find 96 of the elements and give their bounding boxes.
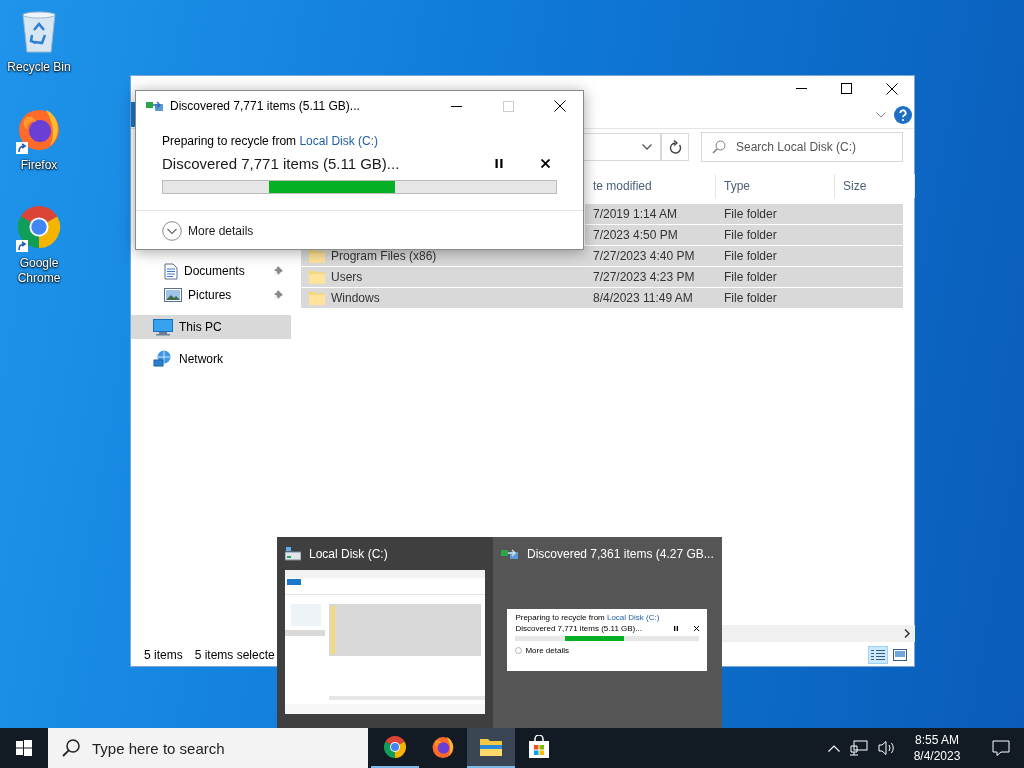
desktop-icon-label: Google Chrome: [16, 256, 62, 286]
thumbnail-title: Discovered 7,361 items (4.27 GB...: [527, 547, 714, 561]
refresh-button[interactable]: [661, 133, 689, 161]
shortcut-arrow-icon: [16, 240, 28, 252]
window-thumbnail[interactable]: Local Disk (C:): [277, 537, 493, 728]
table-cell-text: File folder: [723, 206, 778, 223]
source-link[interactable]: Local Disk (C:): [299, 134, 379, 148]
view-button[interactable]: [868, 646, 888, 664]
search-field[interactable]: Search Local Disk (C:): [701, 132, 903, 162]
nav-item[interactable]: This PC: [131, 315, 291, 339]
dialog-preview[interactable]: Preparing to recycle from Local Disk (C:) Discovered 7,771 items (5.11 GB)... More details: [507, 608, 708, 671]
refresh-icon: [668, 140, 682, 154]
window-thumbnail-drawing[interactable]: [285, 569, 485, 714]
expand-icon: [162, 221, 182, 241]
network-icon: [153, 350, 173, 368]
desktop-icon-label: Firefox: [19, 158, 59, 173]
recycle-progress-icon: [501, 548, 519, 560]
search-input[interactable]: Search Local Disk (C:): [736, 140, 896, 154]
search-icon: [712, 140, 726, 154]
search-input[interactable]: Type here to search: [92, 739, 352, 757]
file-row[interactable]: Windows 8/4/2023 11:49 AM File folder: [301, 288, 903, 309]
nav-item[interactable]: Pictures: [131, 283, 291, 307]
nav-item[interactable]: Documents: [131, 259, 291, 283]
chevron-up-icon[interactable]: [828, 744, 840, 752]
speech-bubble-icon: [992, 740, 1010, 756]
table-cell-text: File folder: [723, 290, 778, 307]
volume-icon[interactable]: [878, 740, 896, 756]
folder-icon: [309, 291, 325, 305]
window-thumbnail[interactable]: Discovered 7,361 items (4.27 GB... Preparing to recycle from Local Disk (C:) Discovered 7,771 items (5.11 GB)... More details: [493, 537, 722, 728]
table-cell-text: 7/2019 1:14 AM: [592, 206, 679, 223]
windows-logo-icon: [16, 740, 32, 756]
search-field[interactable]: Type here to search: [48, 728, 368, 768]
pin-icon[interactable]: [272, 289, 283, 301]
computer-icon: [153, 318, 173, 336]
pause-icon: [495, 158, 503, 168]
chrome-icon[interactable]: [383, 735, 407, 759]
cancel-icon: [540, 158, 550, 168]
status-text: 5 items: [144, 648, 183, 662]
status-text: 5 items selecte: [194, 648, 275, 662]
network-icon[interactable]: [850, 740, 868, 756]
progress-status: Discovered 7,771 items (5.11 GB)...: [162, 154, 401, 172]
thumbnail-title: Local Disk (C:): [309, 547, 388, 561]
file-name: Windows: [331, 291, 380, 305]
table-cell-text: File folder: [723, 248, 778, 265]
close-icon: [554, 100, 566, 112]
folder-icon[interactable]: [479, 737, 503, 757]
help-icon[interactable]: [894, 105, 912, 124]
expand-icon: [515, 646, 523, 654]
folder-icon: [309, 249, 325, 263]
pin-icon[interactable]: [272, 265, 283, 277]
document-icon: [164, 262, 178, 280]
progress-status: Discovered 7,771 items (5.11 GB)...: [515, 623, 643, 633]
large-icons-view-icon: [893, 649, 907, 661]
more-details-button[interactable]: More details: [136, 211, 280, 251]
table-cell-text: 8/4/2023 11:49 AM: [592, 290, 694, 307]
table-cell-text: 7/2023 4:50 PM: [592, 227, 679, 244]
expand-ribbon-icon[interactable]: [876, 111, 886, 118]
maximize-icon: [841, 83, 852, 94]
table-cell-text: File folder: [723, 269, 778, 286]
close-icon: [885, 82, 898, 95]
file-row[interactable]: Users 7/27/2023 4:23 PM File folder: [301, 267, 903, 288]
file-name: Program Files (x86): [331, 249, 437, 263]
shopping-bag-icon[interactable]: [527, 735, 551, 759]
nav-item[interactable]: Network: [131, 347, 291, 371]
details-view-icon: [871, 649, 885, 661]
file-row[interactable]: 7/2023 4:50 PM File folder: [585, 225, 903, 246]
column-header[interactable]: Size: [835, 174, 915, 198]
taskbar-button[interactable]: [467, 728, 515, 768]
folder-icon: [309, 270, 325, 284]
file-row[interactable]: Program Files (x86) 7/27/2023 4:40 PM File folder: [301, 246, 903, 267]
progress-fill: [565, 635, 624, 641]
file-row[interactable]: 7/2019 1:14 AM File folder: [585, 204, 903, 225]
column-header[interactable]: te modified: [585, 174, 716, 198]
maximize-icon: [502, 100, 514, 112]
firefox-icon[interactable]: [431, 735, 455, 759]
progress-description: Preparing to recycle from Local Disk (C:): [162, 134, 380, 148]
clock[interactable]: 8:55 AM 8/4/2023: [906, 732, 968, 764]
pause-icon: [674, 625, 679, 631]
cancel-icon: [694, 625, 700, 631]
recycle-progress-icon: [146, 100, 164, 112]
progress-description: Preparing to recycle from Local Disk (C:): [515, 612, 661, 622]
picture-icon: [164, 288, 182, 302]
dropdown-icon[interactable]: [642, 144, 652, 150]
more-details-text: More details: [515, 645, 569, 655]
shortcut-arrow-icon: [16, 142, 28, 154]
drive-icon: [285, 547, 301, 561]
column-header[interactable]: Type: [716, 174, 835, 198]
dialog-title: Discovered 7,771 items (5.11 GB)...: [170, 99, 361, 113]
table-cell-text: 7/27/2023 4:40 PM: [592, 248, 696, 265]
view-button[interactable]: [890, 646, 910, 664]
source-link: Local Disk (C:): [606, 612, 660, 622]
table-cell-text: File folder: [723, 227, 778, 244]
desktop-icon-label: Recycle Bin: [7, 60, 71, 75]
table-cell-text: 7/27/2023 4:23 PM: [592, 269, 696, 286]
file-name: Users: [331, 270, 363, 284]
search-icon: [62, 739, 80, 757]
